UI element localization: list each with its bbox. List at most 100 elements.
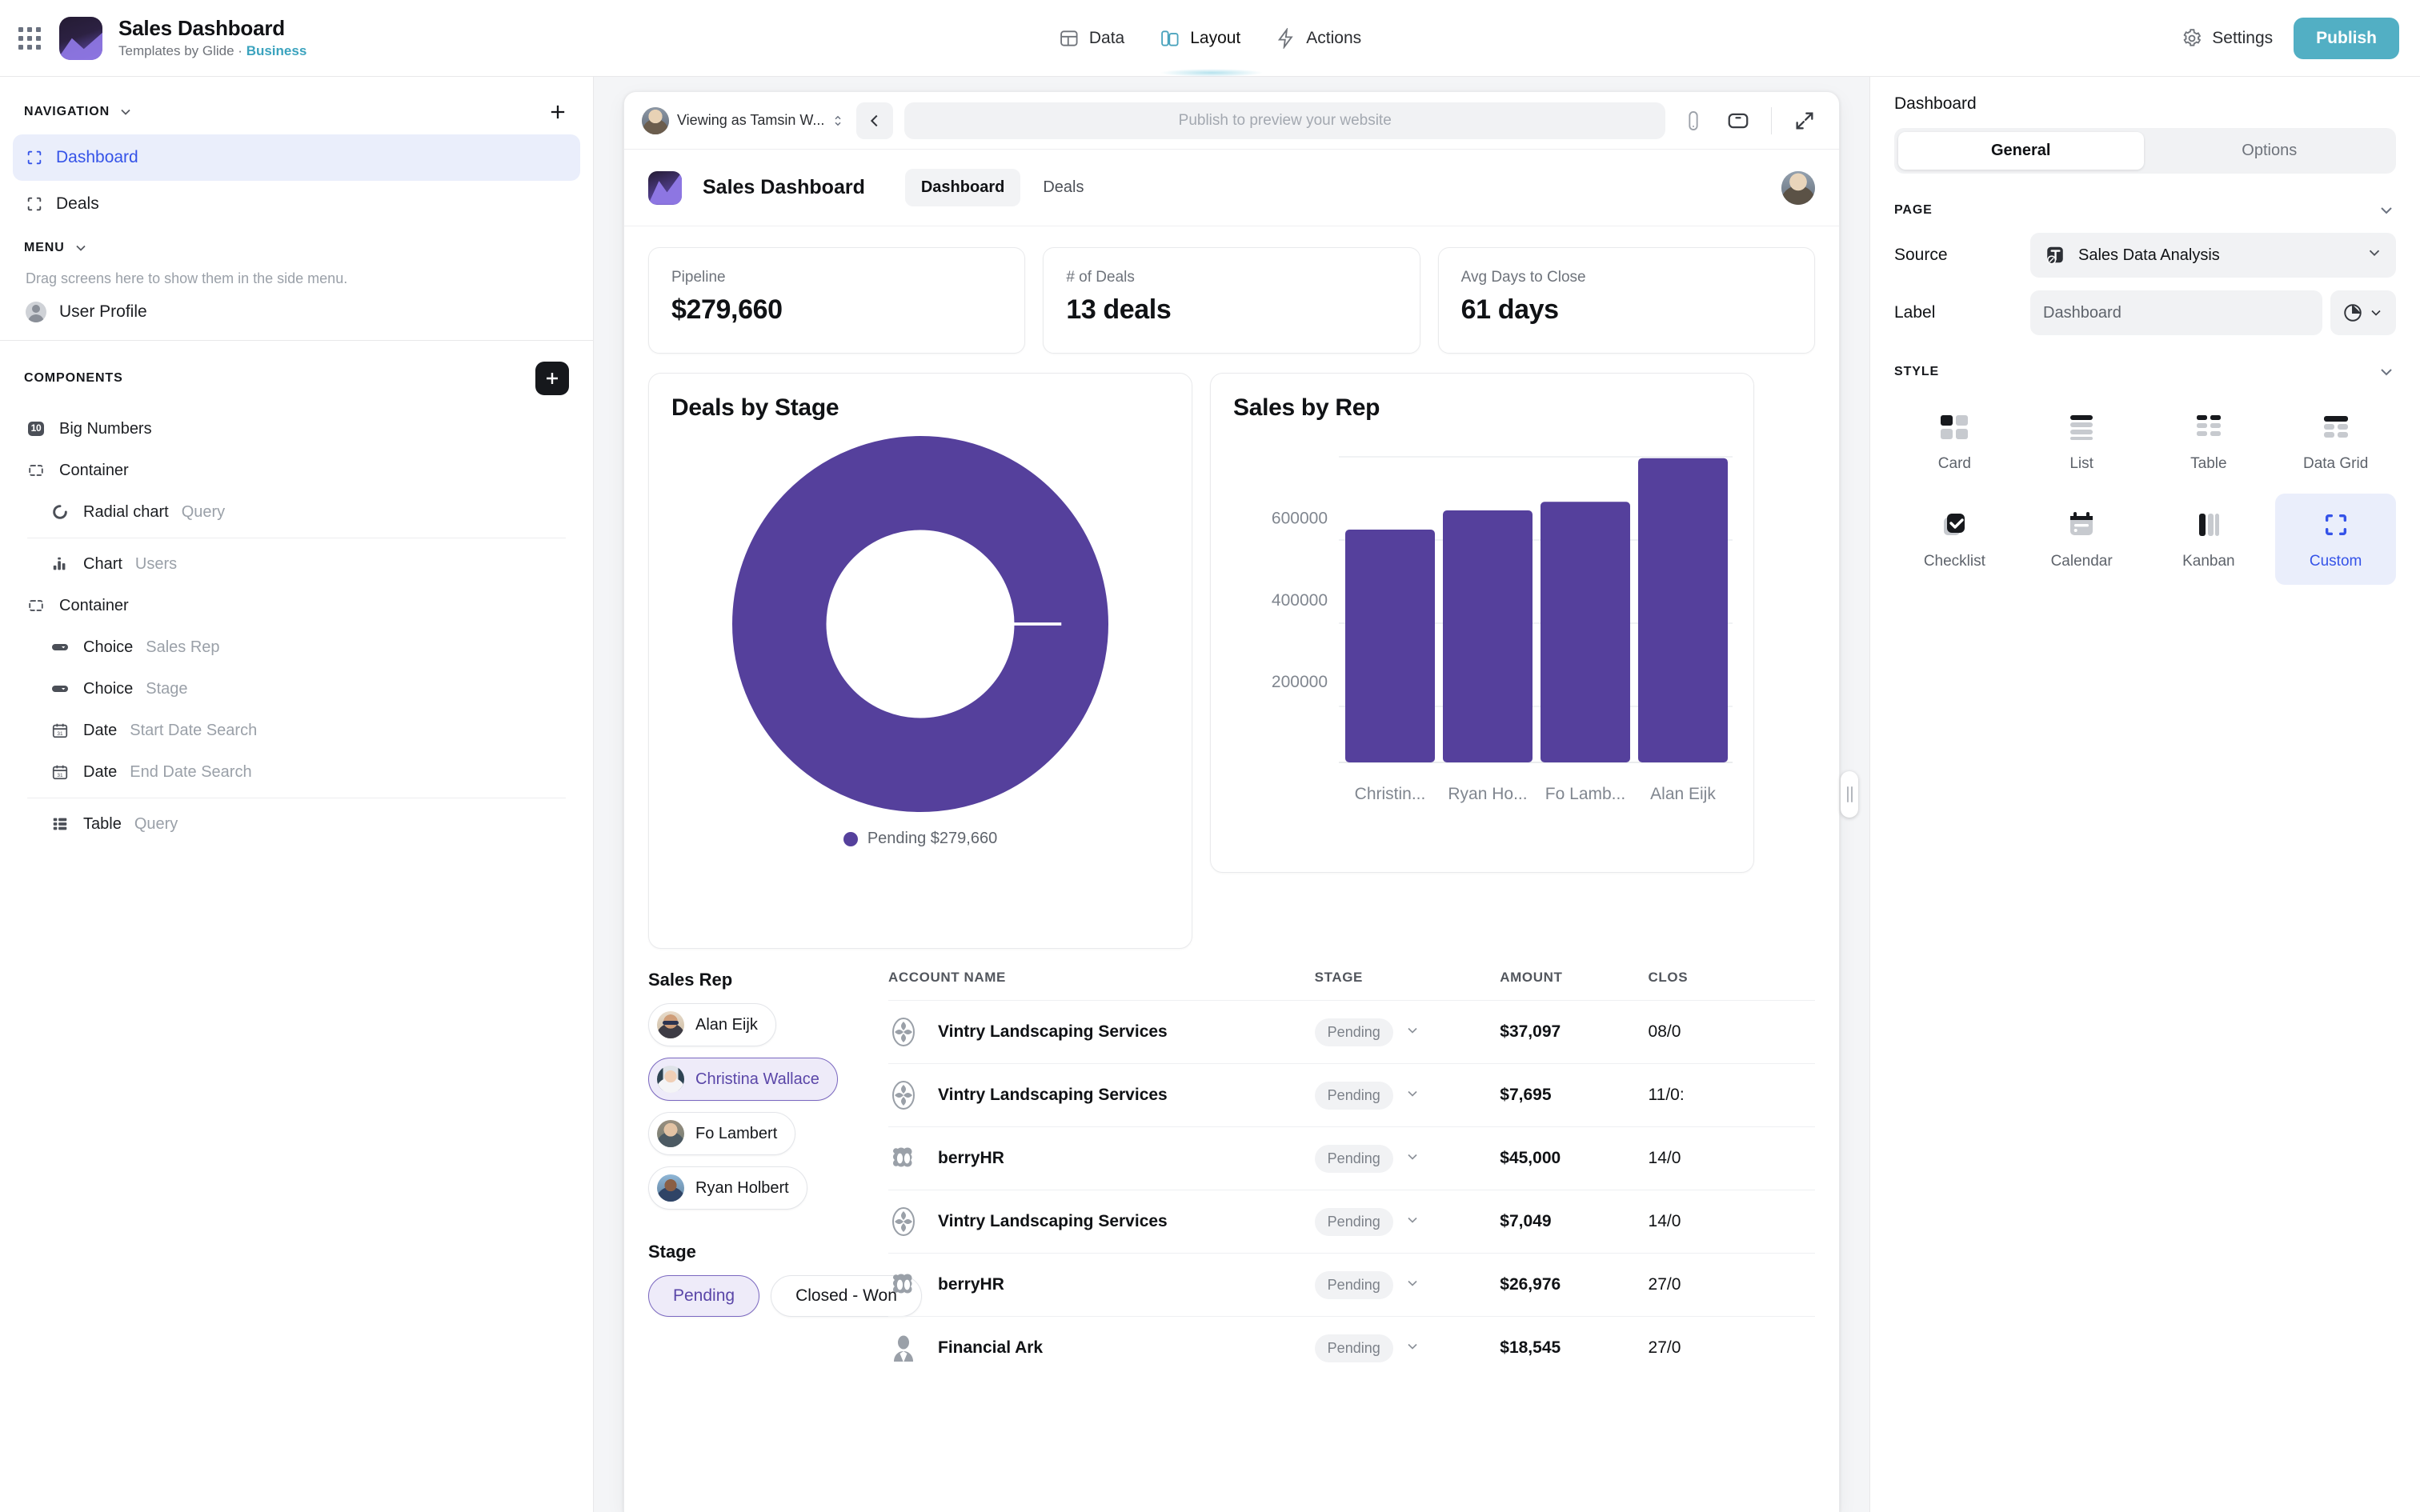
preview-tab-dashboard[interactable]: Dashboard — [905, 169, 1020, 206]
source-select[interactable]: Sales Data Analysis — [2030, 233, 2396, 278]
expand-icon[interactable] — [1788, 104, 1821, 138]
sales-by-rep-title: Sales by Rep — [1233, 394, 1731, 422]
preview-tab-deals[interactable]: Deals — [1027, 169, 1100, 206]
label-icon-picker[interactable] — [2330, 290, 2396, 335]
publish-button[interactable]: Publish — [2294, 18, 2399, 59]
style-calendar-icon — [2066, 508, 2097, 542]
table-row[interactable]: Vintry Landscaping Services Pending $37,… — [888, 1001, 1815, 1064]
deals-by-stage-chart[interactable]: Deals by Stage Pending $279,660 — [648, 373, 1192, 949]
table-row[interactable]: Vintry Landscaping Services Pending $7,0… — [888, 1190, 1815, 1254]
chevron-down-icon[interactable] — [1404, 1022, 1420, 1042]
style-option-list[interactable]: List — [2021, 396, 2142, 487]
x-tick-2: Fo Lamb... — [1545, 785, 1625, 803]
tab-layout[interactable]: Layout — [1160, 0, 1240, 77]
add-screen-button[interactable] — [547, 101, 569, 123]
cell-amount: $7,049 — [1500, 1212, 1551, 1230]
deals-table: ACCOUNT NAME STAGE AMOUNT CLOS — [888, 970, 1815, 1379]
tab-data[interactable]: Data — [1059, 0, 1124, 77]
kpi-pipeline[interactable]: Pipeline $279,660 — [648, 247, 1025, 354]
table-row[interactable]: berryHR Pending $45,000 14/0 — [888, 1127, 1815, 1190]
component-big-numbers[interactable]: 10 Big Numbers — [13, 408, 580, 450]
style-option-calendar[interactable]: Calendar — [2021, 494, 2142, 585]
viewing-as-selector[interactable]: Viewing as Tamsin W... — [642, 107, 845, 134]
style-option-data-grid[interactable]: Data Grid — [2275, 396, 2396, 487]
chip-christina-wallace[interactable]: Christina Wallace — [648, 1058, 838, 1101]
calendar-icon: 31 — [50, 722, 70, 739]
topbar-right-actions: Settings Publish — [2182, 18, 2420, 59]
component-chart[interactable]: Chart Users — [13, 543, 580, 585]
page-section-title: PAGE — [1894, 203, 1933, 218]
component-date-start[interactable]: 31 Date Start Date Search — [13, 710, 580, 751]
chip-alan-eijk[interactable]: Alan Eijk — [648, 1003, 776, 1046]
component-choice-stage[interactable]: Choice Stage — [13, 668, 580, 710]
table-row[interactable]: Vintry Landscaping Services Pending $7,6… — [888, 1064, 1815, 1127]
kpi-avg-days-value: 61 days — [1461, 294, 1792, 326]
page-section-header: PAGE — [1894, 201, 2396, 220]
sales-by-rep-chart[interactable]: Sales by Rep 6000 — [1210, 373, 1754, 873]
component-choice-sales-rep[interactable]: Choice Sales Rep — [13, 626, 580, 668]
chip-fo-lambert[interactable]: Fo Lambert — [648, 1112, 795, 1155]
style-option-table[interactable]: Table — [2149, 396, 2270, 487]
phone-icon[interactable] — [1677, 104, 1710, 138]
settings-label: Settings — [2212, 29, 2273, 48]
sidebar-item-deals-label: Deals — [56, 194, 99, 214]
style-datagrid-icon — [2321, 410, 2351, 444]
chip-stage-pending[interactable]: Pending — [648, 1275, 759, 1317]
chevron-down-icon[interactable] — [1404, 1275, 1420, 1295]
component-table[interactable]: Table Query — [13, 803, 580, 845]
chevron-down-icon[interactable] — [1404, 1149, 1420, 1169]
deals-table-wrapper: ACCOUNT NAME STAGE AMOUNT CLOS — [888, 970, 1815, 1379]
preview-back-button[interactable] — [856, 102, 893, 139]
sidebar-item-dashboard[interactable]: Dashboard — [13, 134, 580, 181]
col-stage[interactable]: STAGE — [1315, 970, 1500, 1001]
col-close-date[interactable]: CLOS — [1649, 970, 1815, 1001]
settings-button[interactable]: Settings — [2182, 28, 2273, 49]
preview-user-avatar[interactable] — [1781, 171, 1815, 205]
chevron-down-icon[interactable] — [1404, 1086, 1420, 1106]
panel-resize-handle[interactable] — [1841, 771, 1858, 818]
add-component-button[interactable] — [535, 362, 569, 395]
col-amount[interactable]: AMOUNT — [1500, 970, 1648, 1001]
kpi-avg-days[interactable]: Avg Days to Close 61 days — [1438, 247, 1815, 354]
tab-actions[interactable]: Actions — [1276, 0, 1361, 77]
chevron-down-icon[interactable] — [73, 240, 89, 256]
style-option-kanban[interactable]: Kanban — [2149, 494, 2270, 585]
label-row: Label Dashboard — [1894, 290, 2396, 335]
component-container-2[interactable]: Container — [13, 585, 580, 626]
table-row[interactable]: berryHR Pending $26,976 27/0 — [888, 1254, 1815, 1317]
chevron-down-icon[interactable] — [2377, 201, 2396, 220]
component-date-end[interactable]: 31 Date End Date Search — [13, 751, 580, 793]
chip-ryan-holbert[interactable]: Ryan Holbert — [648, 1166, 807, 1210]
layout-panels-icon — [1160, 28, 1180, 49]
label-input[interactable]: Dashboard — [2030, 290, 2322, 335]
style-option-custom[interactable]: Custom — [2275, 494, 2396, 585]
style-option-card[interactable]: Card — [1894, 396, 2015, 487]
style-section-title: STYLE — [1894, 365, 1939, 379]
menu-empty-hint: Drag screens here to show them in the si… — [0, 264, 593, 298]
menu-section-header: MENU — [0, 227, 593, 264]
chevron-down-icon[interactable] — [2377, 362, 2396, 382]
chevron-down-icon[interactable] — [1404, 1338, 1420, 1358]
tab-general[interactable]: General — [1898, 132, 2144, 170]
svg-text:31: 31 — [57, 731, 63, 737]
app-switcher-button[interactable] — [0, 27, 59, 50]
style-option-checklist[interactable]: Checklist — [1894, 494, 2015, 585]
choice-icon — [50, 680, 70, 698]
tab-options[interactable]: Options — [2147, 132, 2393, 170]
chevron-down-icon[interactable] — [1404, 1212, 1420, 1232]
preview-url-input[interactable]: Publish to preview your website — [904, 102, 1665, 139]
bar-chart-svg: 600000 400000 200000 Christin... — [1233, 442, 1733, 818]
sidebar-item-user-profile[interactable]: User Profile — [0, 298, 593, 340]
tablet-icon[interactable] — [1721, 104, 1755, 138]
app-plan-badge[interactable]: Business — [246, 43, 307, 58]
kpi-deals[interactable]: # of Deals 13 deals — [1043, 247, 1420, 354]
sidebar-item-deals[interactable]: Deals — [13, 181, 580, 227]
component-radial-chart[interactable]: Radial chart Query — [13, 491, 580, 533]
component-container-1[interactable]: Container — [13, 450, 580, 491]
chevron-down-icon[interactable] — [118, 104, 134, 120]
kpi-deals-value: 13 deals — [1066, 294, 1396, 326]
col-account-name[interactable]: ACCOUNT NAME — [888, 970, 1315, 1001]
table-row[interactable]: Financial Ark Pending $18,545 27/0 — [888, 1317, 1815, 1380]
menu-section-title: MENU — [24, 241, 65, 255]
tab-layout-label: Layout — [1190, 29, 1240, 48]
